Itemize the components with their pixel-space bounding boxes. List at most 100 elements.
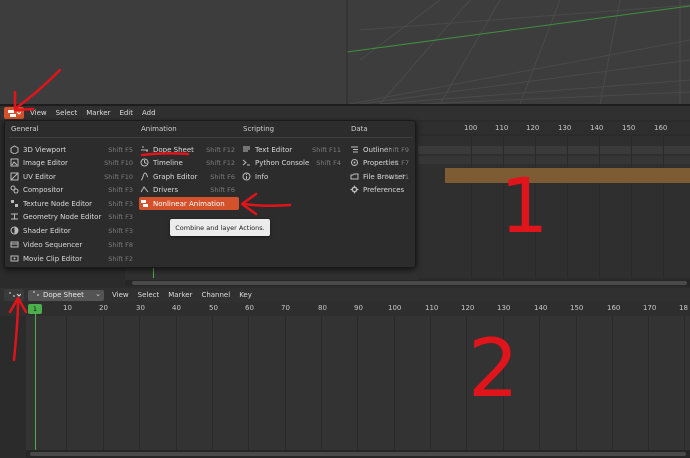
menu-item-shortcut: Shift F1	[384, 172, 409, 181]
top-scrollbar-thumb[interactable]	[132, 281, 687, 285]
file-browser-icon	[349, 172, 359, 181]
menu-item-drivers[interactable]: Drivers Shift F6	[139, 183, 239, 196]
grid-line	[539, 316, 540, 458]
tick-label: 20	[99, 304, 108, 312]
editor-type-button[interactable]	[4, 107, 24, 119]
menu-item-shortcut: Shift F8	[108, 240, 133, 249]
menu-item-shortcut: Shift F10	[104, 158, 133, 167]
playhead-bottom[interactable]	[35, 314, 36, 450]
menu-item-video-sequencer[interactable]: Video Sequencer Shift F8	[9, 238, 137, 251]
top-tracks-area[interactable]	[418, 136, 690, 278]
menu-item-file-browser[interactable]: File Browser Shift F1	[349, 170, 413, 183]
menu-item-3d-viewport[interactable]: 3D Viewport Shift F5	[9, 143, 137, 156]
tick-label: 50	[209, 304, 218, 312]
menu-item-shortcut: Shift F6	[210, 185, 235, 194]
menu-channel[interactable]: Channel	[201, 291, 230, 299]
grid-line	[599, 136, 600, 278]
bottom-scrollbar-thumb[interactable]	[30, 452, 686, 456]
menu-edit[interactable]: Edit	[119, 109, 133, 117]
menu-item-graph-editor[interactable]: Graph Editor Shift F6	[139, 170, 239, 183]
tick-label: 170	[643, 304, 657, 312]
menu-item-shortcut: Shift F12	[206, 145, 235, 154]
column-header-general: General	[11, 125, 39, 133]
viewport-3d[interactable]	[0, 0, 690, 104]
menu-item-compositor[interactable]: Compositor Shift F3	[9, 183, 137, 196]
nla-strip[interactable]	[445, 168, 690, 183]
tick-label: 70	[281, 304, 290, 312]
tick-label: 150	[570, 304, 584, 312]
menu-item-label: Info	[255, 172, 269, 181]
text-editor-icon	[241, 145, 251, 154]
column-header-data: Data	[351, 125, 368, 133]
timeline-icon	[139, 158, 149, 167]
menu-item-shortcut: Shift F3	[108, 199, 133, 208]
nla-icon	[8, 109, 21, 117]
menu-item-outliner[interactable]: Outliner Shift F9	[349, 143, 413, 156]
menu-item-text-editor[interactable]: Text Editor Shift F11	[241, 143, 345, 156]
menu-select[interactable]: Select	[56, 109, 78, 117]
grid-line	[66, 316, 67, 458]
dope-sheet-icon	[9, 291, 21, 297]
menu-item-label: Movie Clip Editor	[23, 254, 83, 263]
menu-marker[interactable]: Marker	[86, 109, 110, 117]
menu-item-dope-sheet[interactable]: Dope Sheet Shift F12	[139, 143, 239, 156]
grid-line	[357, 316, 358, 458]
menu-view[interactable]: View	[30, 109, 47, 117]
tick-label: 30	[136, 304, 145, 312]
dope-sheet-tracks[interactable]	[26, 316, 690, 458]
menu-item-timeline[interactable]: Timeline Shift F12	[139, 156, 239, 169]
grid-line	[248, 316, 249, 458]
menu-item-movie-clip-editor[interactable]: Movie Clip Editor Shift F2	[9, 252, 137, 265]
tick-label: 130	[497, 304, 511, 312]
menu-select[interactable]: Select	[138, 291, 160, 299]
tick-label: 120	[461, 304, 475, 312]
menu-item-texture-node-editor[interactable]: Texture Node Editor Shift F3	[9, 197, 137, 210]
menu-add[interactable]: Add	[142, 109, 156, 117]
menu-item-preferences[interactable]: Preferences	[349, 183, 413, 196]
preferences-icon	[349, 185, 359, 194]
menu-item-nonlinear-animation[interactable]: Nonlinear Animation	[139, 197, 239, 210]
viewport-3d-icon	[9, 145, 19, 154]
top-frame-ruler[interactable]: 100 110 120 130 140 150 160	[418, 122, 690, 134]
menu-item-geometry-node-editor[interactable]: Geometry Node Editor Shift F3	[9, 210, 137, 223]
grid-line	[503, 316, 504, 458]
outliner-icon	[349, 145, 359, 154]
menu-item-python-console[interactable]: Python Console Shift F4	[241, 156, 345, 169]
menu-item-shader-editor[interactable]: Shader Editor Shift F3	[9, 224, 137, 237]
grid-line	[663, 136, 664, 278]
top-lower-grid	[125, 266, 418, 280]
menu-item-uv-editor[interactable]: UV Editor Shift F10	[9, 170, 137, 183]
menu-item-shortcut: Shift F2	[108, 254, 133, 263]
menu-item-label: Drivers	[153, 185, 179, 194]
dope-sheet-icon	[139, 145, 149, 154]
menu-item-label: Preferences	[363, 185, 405, 194]
track-band	[418, 156, 690, 164]
menu-item-info[interactable]: Info	[241, 170, 345, 183]
menu-item-shortcut: Shift F10	[104, 172, 133, 181]
shader-editor-icon	[9, 226, 19, 235]
menu-marker[interactable]: Marker	[168, 291, 192, 299]
current-frame-indicator[interactable]: 1	[28, 304, 42, 314]
grid-line	[466, 316, 467, 458]
menu-item-image-editor[interactable]: Image Editor Shift F10	[9, 156, 137, 169]
top-menu-bar: View Select Marker Edit Add	[30, 109, 156, 117]
geometry-node-icon	[9, 212, 19, 221]
graph-editor-icon	[139, 172, 149, 181]
menu-item-label: Text Editor	[255, 145, 293, 154]
channel-region[interactable]	[0, 316, 26, 458]
menu-item-label: Dope Sheet	[153, 145, 194, 154]
editor-type-menu: General Animation Scripting Data 3D View…	[4, 120, 416, 268]
video-sequencer-icon	[9, 240, 19, 249]
grid-line	[103, 316, 104, 458]
mode-select[interactable]: Dope Sheet ⌄	[28, 289, 104, 301]
chevron-down-icon: ⌄	[95, 289, 101, 298]
menu-key[interactable]: Key	[239, 291, 252, 299]
menu-item-properties[interactable]: Properties Shift F7	[349, 156, 413, 169]
python-console-icon	[241, 158, 251, 167]
menu-item-shortcut: Shift F4	[316, 158, 341, 167]
grid-line	[576, 316, 577, 458]
bottom-frame-ruler[interactable]: 10 20 30 40 50 60 70 80 90 100 110 120 1…	[0, 302, 690, 316]
tick-label: 100	[464, 124, 478, 132]
menu-view[interactable]: View	[112, 291, 129, 299]
editor-type-button-bottom[interactable]	[4, 289, 24, 301]
